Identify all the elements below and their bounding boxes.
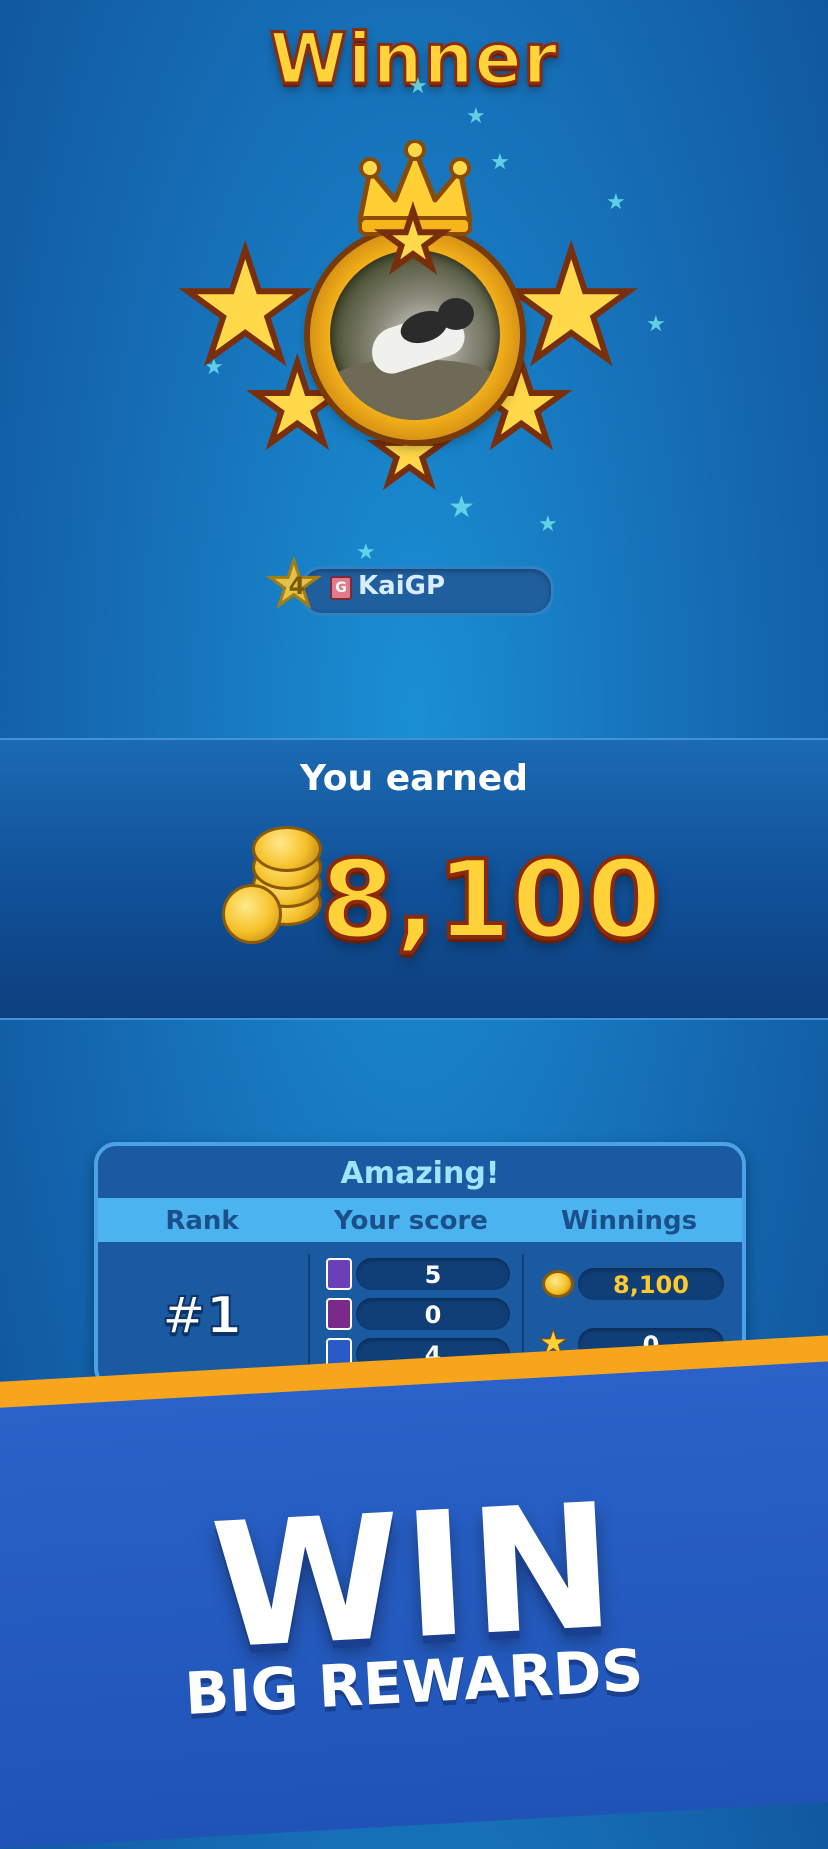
sparkle-icon: ★ [606,190,626,215]
sparkle-icon: ★ [448,490,475,525]
flag-icon: G [330,576,352,600]
score-value: 5 [424,1261,442,1289]
header-winnings: Winnings [560,1206,698,1236]
winnings-coins: 8,100 [613,1271,689,1299]
coin-icon [542,1270,574,1298]
sparkle-icon: ★ [538,512,558,537]
sparkle-icon: ★ [466,104,486,129]
sparkle-icon: ★ [356,540,376,565]
header-score: Your score [334,1206,488,1236]
sparkle-icon: ★ [646,312,666,337]
player-level: 4 [288,572,306,600]
header-rank: Rank [165,1206,239,1236]
divider [308,1254,310,1374]
results-title: Amazing! [340,1156,500,1191]
player-name: KaiGP [358,571,446,601]
rank-value: #1 [161,1285,243,1347]
sparkle-icon: ★ [408,74,428,99]
earnings-label: You earned [300,758,528,799]
earnings-amount: 8,100 [318,836,664,965]
card-icon [326,1258,352,1290]
score-value: 0 [424,1301,442,1329]
cards-icon [326,1298,352,1330]
sparkle-icon: ★ [490,150,510,175]
star-icon: ★ [375,193,451,289]
